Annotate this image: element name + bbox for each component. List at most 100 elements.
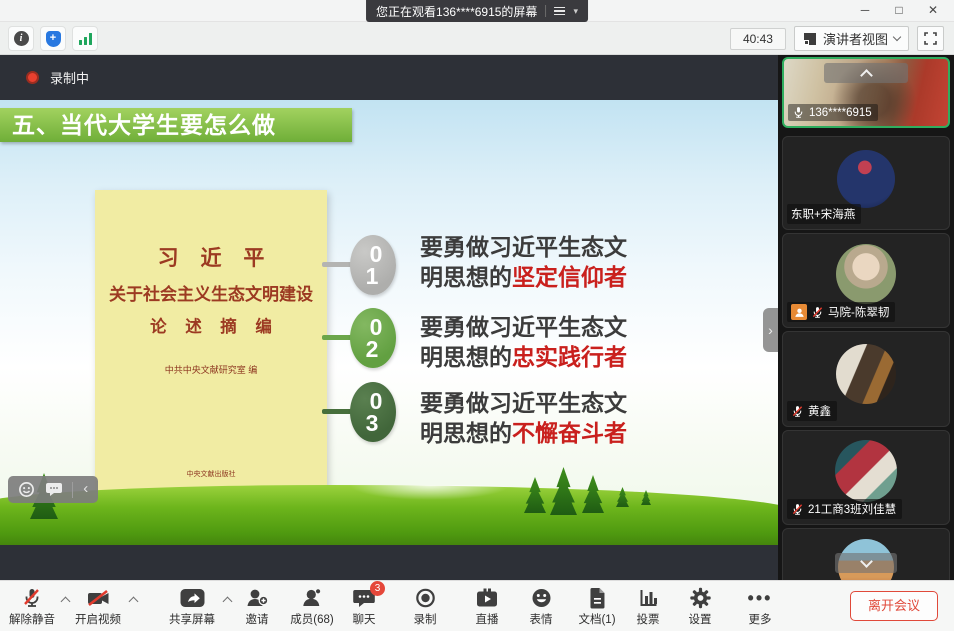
chevron-down-icon — [859, 554, 873, 568]
chat-bubble-icon[interactable] — [45, 482, 63, 497]
view-mode-label: 演讲者视图 — [822, 32, 888, 47]
participant-tile[interactable]: 21工商3班刘佳慧 — [782, 430, 950, 525]
host-badge-icon — [791, 304, 807, 320]
grass-graphic — [0, 485, 778, 545]
participant-name-label: 黄鑫 — [787, 401, 837, 421]
list-item-text-3: 要勇做习近平生态文明思想的不懈奋斗者 — [420, 390, 627, 447]
participant-name-label: 136****6915 — [788, 104, 878, 121]
recording-dot-icon — [26, 71, 39, 84]
participant-name-label: 东职+宋海燕 — [787, 204, 862, 224]
meeting-topbar: i + 40:43 演讲者视图 — [0, 22, 954, 55]
record-button[interactable]: 录制 — [414, 586, 437, 627]
live-stream-button[interactable]: 直播 — [475, 586, 499, 627]
meeting-info-button[interactable]: i — [8, 26, 34, 51]
list-item-text-1: 要勇做习近平生态文明思想的坚定信仰者 — [420, 234, 627, 291]
chat-button[interactable]: 3 聊天 — [352, 581, 385, 627]
collapse-left-icon[interactable]: ‹ — [83, 481, 88, 496]
annotation-toolbar: ‹ — [8, 476, 98, 503]
window-controls: ─ □ ✕ — [848, 0, 950, 22]
maximize-button[interactable]: □ — [882, 0, 916, 22]
presentation-slide: 五、当代大学生要怎么做 习 近 平 关于社会主义生态文明建设 论 述 摘 编 中… — [0, 100, 778, 545]
fullscreen-button[interactable] — [917, 26, 944, 51]
participant-tile-active[interactable]: 136****6915 — [782, 57, 950, 128]
view-mode-selector[interactable]: 演讲者视图 — [793, 26, 909, 51]
collapse-videos-button[interactable] — [824, 63, 908, 83]
security-button[interactable]: + — [40, 26, 66, 51]
recording-label: 录制中 — [50, 71, 90, 86]
participants-sidebar: 136****6915 东职+宋海燕 马院-陈翠韧 黄鑫 21工商3班刘佳慧 — [778, 55, 954, 580]
emoji-reaction-icon[interactable] — [18, 481, 35, 498]
bar-chart-icon — [637, 586, 659, 610]
fullscreen-icon — [924, 32, 937, 45]
camera-off-icon — [86, 586, 111, 610]
share-screen-icon — [179, 586, 206, 610]
meeting-timer: 40:43 — [729, 27, 786, 50]
list-number-02: 02 — [350, 308, 396, 368]
banner-caret-icon[interactable]: ▾ — [573, 6, 578, 17]
close-button[interactable]: ✕ — [916, 0, 950, 22]
members-icon — [300, 586, 324, 610]
docs-button[interactable]: 文档(1) — [578, 586, 616, 627]
members-button[interactable]: 成员(68) — [290, 586, 334, 627]
divider — [72, 481, 74, 498]
viewing-banner-text: 您正在观看136****6915的屏幕 — [376, 4, 538, 19]
live-stream-icon — [475, 586, 499, 610]
layout-icon — [803, 32, 816, 45]
leave-meeting-button[interactable]: 离开会议 — [849, 591, 938, 621]
more-button[interactable]: ••• 更多 — [748, 586, 773, 627]
participant-tile[interactable]: 东职+宋海燕 — [782, 136, 950, 230]
mic-on-icon — [794, 107, 803, 118]
mic-muted-icon — [792, 405, 803, 417]
participant-tile[interactable]: 马院-陈翠韧 — [782, 233, 950, 328]
share-screen-button[interactable]: 共享屏幕 — [169, 586, 215, 627]
slide-header: 五、当代大学生要怎么做 — [0, 108, 352, 142]
info-icon: i — [13, 31, 29, 46]
mic-muted-icon — [812, 306, 823, 318]
avatar — [837, 150, 895, 208]
invite-button[interactable]: 邀请 — [245, 586, 269, 627]
signal-bars-icon — [78, 32, 92, 45]
book-title-line3: 论 述 摘 编 — [150, 318, 279, 336]
shield-plus-icon: + — [45, 30, 61, 47]
mic-muted-icon — [792, 503, 803, 515]
settings-button[interactable]: 设置 — [689, 586, 712, 627]
more-dots-icon: ••• — [747, 588, 773, 608]
poll-button[interactable]: 投票 — [637, 586, 660, 627]
meeting-toolbar: 解除静音 开启视频 共享屏幕 邀请 成员(68) 3 聊天 录制 直播 表情 文… — [0, 580, 954, 631]
recording-indicator: 录制中 — [26, 68, 89, 87]
video-options-caret[interactable] — [128, 596, 139, 607]
chat-unread-badge: 3 — [370, 581, 385, 596]
scroll-participants-down-button[interactable] — [835, 553, 897, 573]
shared-screen-region: 录制中 五、当代大学生要怎么做 习 近 平 关于社会主义生态文明建设 论 述 摘… — [0, 55, 778, 580]
meeting-window: 您正在观看136****6915的屏幕 ▾ ─ □ ✕ i + 40:43 演讲… — [0, 0, 954, 631]
book-publisher: 中央文献出版社 — [186, 471, 236, 478]
view-mode-caret-icon — [892, 32, 902, 42]
window-titlebar: 您正在观看136****6915的屏幕 ▾ ─ □ ✕ — [0, 0, 954, 22]
divider — [545, 5, 547, 17]
sidebar-collapse-handle[interactable]: › — [763, 308, 778, 352]
unmute-button[interactable]: 解除静音 — [9, 586, 55, 627]
start-video-button[interactable]: 开启视频 — [75, 586, 121, 627]
list-number-01: 01 — [350, 235, 396, 295]
avatar — [836, 244, 896, 304]
book-editor: 中共中央文献研究室 编 — [164, 365, 258, 375]
minimize-button[interactable]: ─ — [848, 0, 882, 22]
participant-name-label: 马院-陈翠韧 — [787, 302, 896, 322]
document-icon — [587, 586, 607, 610]
emoji-button[interactable]: 表情 — [530, 586, 553, 627]
mic-off-icon — [21, 586, 43, 610]
list-number-03: 03 — [350, 382, 396, 442]
viewing-banner[interactable]: 您正在观看136****6915的屏幕 ▾ — [366, 0, 588, 22]
participant-tile[interactable]: 黄鑫 — [782, 331, 950, 427]
share-options-caret[interactable] — [222, 596, 233, 607]
book-title-line1: 习 近 平 — [157, 247, 273, 270]
avatar — [835, 440, 897, 502]
chat-icon: 3 — [352, 581, 385, 610]
book-cover: 习 近 平 关于社会主义生态文明建设 论 述 摘 编 中共中央文献研究室 编 中… — [95, 190, 327, 492]
audio-options-caret[interactable] — [60, 596, 71, 607]
avatar — [836, 344, 896, 404]
network-status-button[interactable] — [72, 26, 98, 51]
participant-name-label: 21工商3班刘佳慧 — [787, 499, 903, 519]
banner-menu-icon[interactable] — [554, 6, 566, 16]
participant-tile-partial[interactable] — [782, 528, 950, 580]
